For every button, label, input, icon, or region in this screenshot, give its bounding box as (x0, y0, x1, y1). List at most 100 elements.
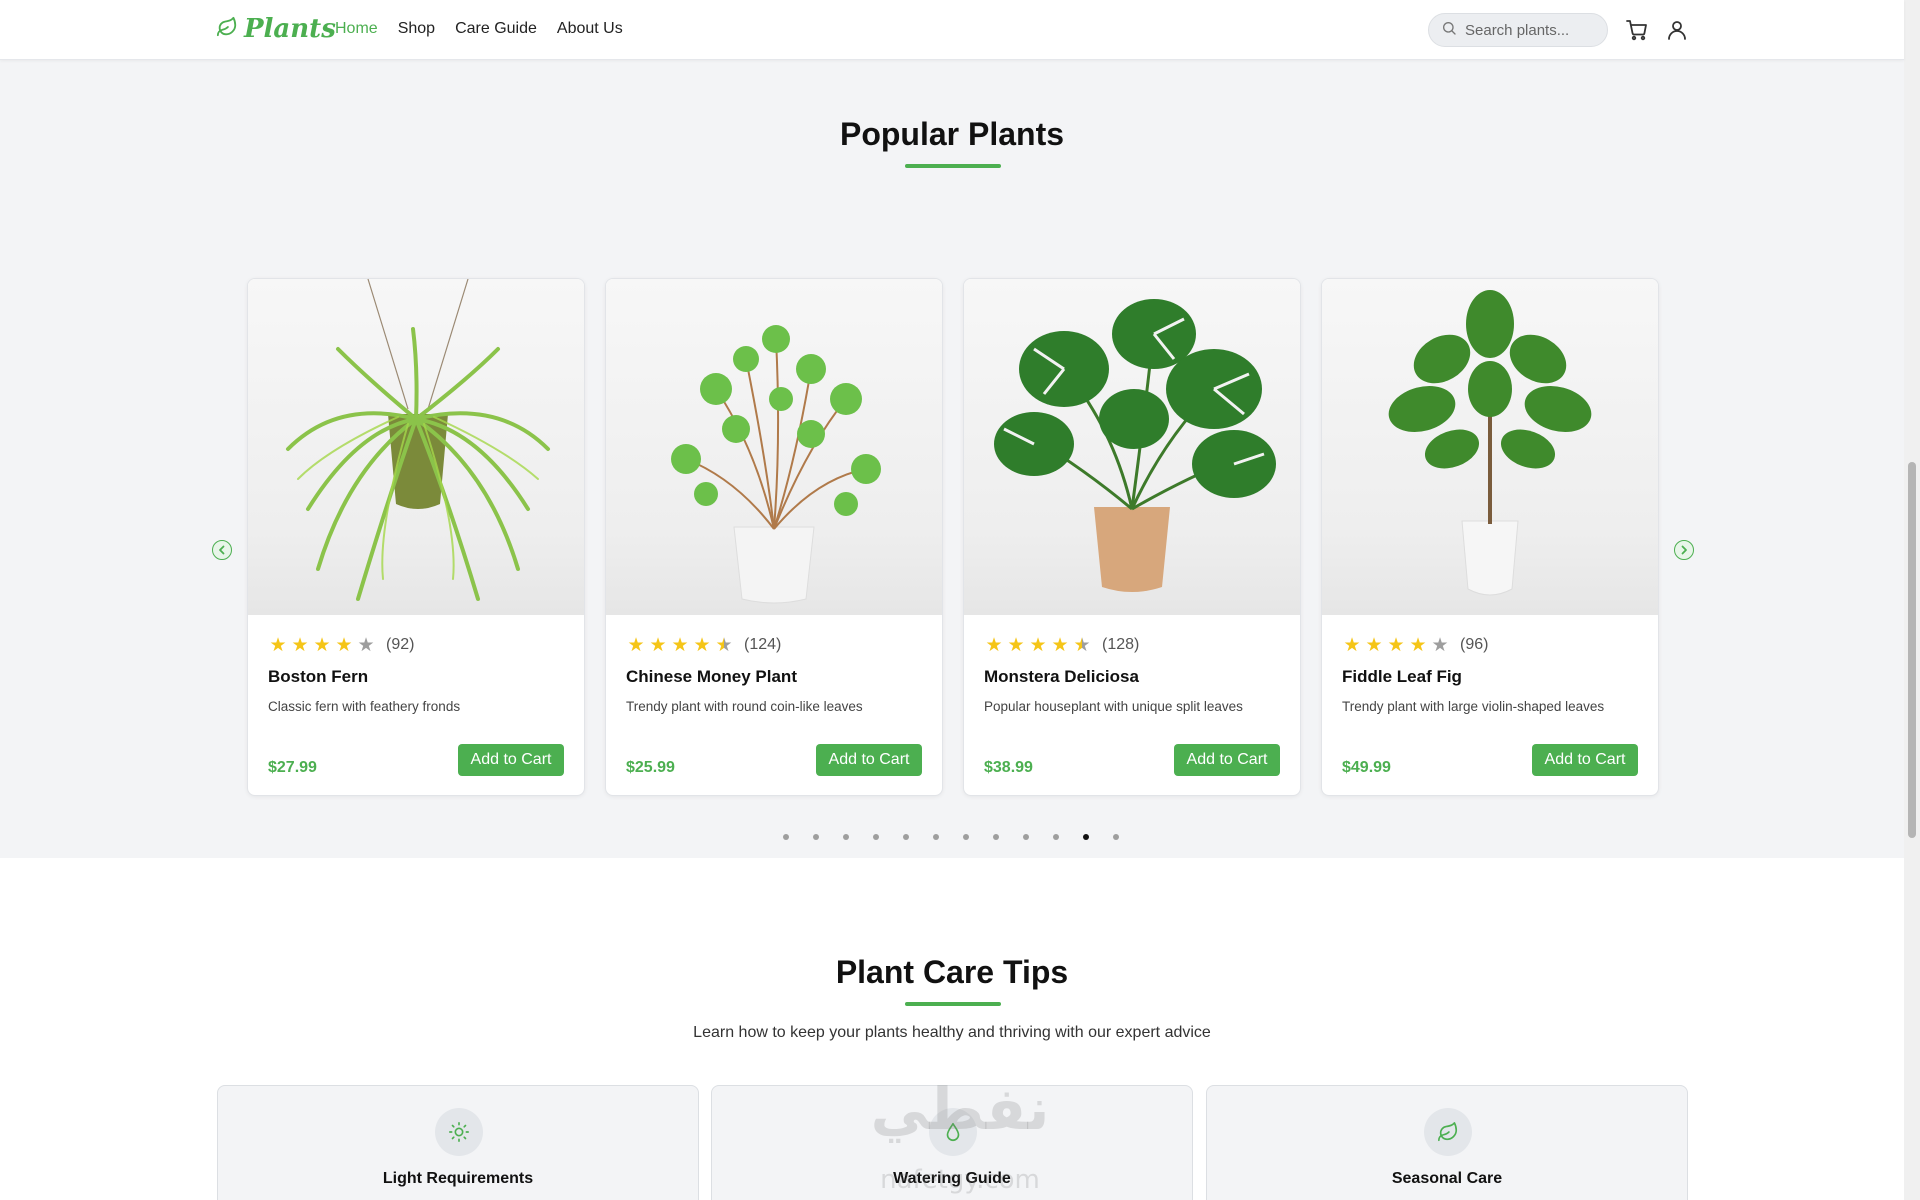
watermark: نفطي (870, 1075, 1050, 1143)
review-count: (96) (1460, 636, 1489, 653)
star-icon: ★ (649, 634, 667, 656)
tip-title: Seasonal Care (1391, 1170, 1503, 1187)
user-icon[interactable] (1664, 17, 1690, 43)
carousel-dot[interactable] (873, 834, 879, 840)
care-tip-card[interactable]: Light Requirements (217, 1085, 699, 1200)
star-icon: ★ (627, 634, 645, 656)
product-card[interactable]: ★ ★ ★ ★ ★ (96) Fiddle Leaf Fig Trendy pl… (1321, 278, 1659, 796)
star-half-icon: ★ (1073, 634, 1091, 656)
add-to-cart-button[interactable]: Add to Cart (1532, 744, 1638, 776)
site-header: Plants Home Shop Care Guide About Us (0, 0, 1904, 60)
rating: ★ ★ ★ ★ ★ (96) (1342, 633, 1638, 657)
product-price: $25.99 (626, 759, 675, 776)
carousel-dot[interactable] (813, 834, 819, 840)
carousel-dot[interactable] (933, 834, 939, 840)
add-to-cart-button[interactable]: Add to Cart (1174, 744, 1280, 776)
chevron-right-icon (1681, 545, 1687, 555)
star-icon: ★ (1387, 634, 1405, 656)
product-card[interactable]: ★ ★ ★ ★ ★ (124) Chinese Money Plant Tren… (605, 278, 943, 796)
product-name[interactable]: Boston Fern (268, 667, 564, 687)
star-icon: ★ (357, 634, 375, 656)
star-icon: ★ (1051, 634, 1069, 656)
search-box[interactable] (1428, 13, 1608, 47)
product-card[interactable]: ★ ★ ★ ★ ★ (92) Boston Fern Classic fern … (247, 278, 585, 796)
product-image[interactable] (1322, 279, 1658, 615)
carousel-dot[interactable] (1083, 834, 1089, 840)
leaf-icon (1424, 1108, 1472, 1156)
product-price: $38.99 (984, 759, 1033, 776)
review-count: (128) (1102, 636, 1140, 653)
product-description: Classic fern with feathery fronds (268, 699, 461, 714)
watermark-url: nafetgy.com (880, 1165, 1040, 1195)
logo[interactable]: Plants (216, 14, 336, 44)
main-nav: Home Shop Care Guide About Us (335, 20, 623, 38)
star-icon: ★ (335, 634, 353, 656)
chevron-left-icon (219, 545, 225, 555)
star-icon: ★ (671, 634, 689, 656)
nav-care-guide[interactable]: Care Guide (455, 20, 537, 38)
title-underline (905, 1002, 1001, 1006)
carousel-dots (783, 834, 1119, 840)
star-icon: ★ (1409, 634, 1427, 656)
page-scrollbar[interactable] (1904, 0, 1920, 1200)
section-title: Plant Care Tips (835, 954, 1069, 990)
carousel-dot[interactable] (1023, 834, 1029, 840)
carousel-dot[interactable] (993, 834, 999, 840)
star-icon: ★ (1029, 634, 1047, 656)
section-subtitle: Learn how to keep your plants healthy an… (693, 1024, 1211, 1041)
review-count: (92) (386, 636, 415, 653)
star-half-icon: ★ (715, 634, 733, 656)
star-icon: ★ (693, 634, 711, 656)
product-image[interactable] (248, 279, 584, 615)
search-icon (1441, 20, 1457, 41)
cart-icon[interactable] (1624, 17, 1650, 43)
rating: ★ ★ ★ ★ ★ (128) (984, 633, 1280, 657)
product-card[interactable]: ★ ★ ★ ★ ★ (128) Monstera Deliciosa Popul… (963, 278, 1301, 796)
product-image[interactable] (606, 279, 942, 615)
rating: ★ ★ ★ ★ ★ (124) (626, 633, 922, 657)
plant-care-section: Plant Care Tips Learn how to keep your p… (0, 858, 1904, 1200)
product-price: $27.99 (268, 759, 317, 776)
carousel-prev-button[interactable] (212, 540, 232, 560)
carousel-dot[interactable] (843, 834, 849, 840)
product-description: Trendy plant with large violin-shaped le… (1342, 699, 1605, 714)
star-icon: ★ (985, 634, 1003, 656)
star-icon: ★ (1343, 634, 1361, 656)
sun-icon (435, 1108, 483, 1156)
tip-title: Light Requirements (382, 1170, 534, 1187)
product-image[interactable] (964, 279, 1300, 615)
review-count: (124) (744, 636, 782, 653)
product-name[interactable]: Monstera Deliciosa (984, 667, 1280, 687)
logo-text: Plants (244, 14, 336, 44)
add-to-cart-button[interactable]: Add to Cart (458, 744, 564, 776)
star-icon: ★ (269, 634, 287, 656)
title-underline (905, 164, 1001, 168)
scrollbar-thumb[interactable] (1908, 462, 1916, 838)
carousel-dot[interactable] (903, 834, 909, 840)
search-input[interactable] (1465, 21, 1600, 39)
star-icon: ★ (1431, 634, 1449, 656)
rating: ★ ★ ★ ★ ★ (92) (268, 633, 564, 657)
care-tip-card[interactable]: Seasonal Care (1206, 1085, 1688, 1200)
carousel-dot[interactable] (1113, 834, 1119, 840)
nav-about-us[interactable]: About Us (557, 20, 623, 38)
leaf-icon (216, 16, 238, 43)
star-icon: ★ (291, 634, 309, 656)
carousel-dot[interactable] (963, 834, 969, 840)
carousel-dot[interactable] (1053, 834, 1059, 840)
carousel-dot[interactable] (783, 834, 789, 840)
nav-shop[interactable]: Shop (398, 20, 435, 38)
star-icon: ★ (1365, 634, 1383, 656)
product-description: Trendy plant with round coin-like leaves (626, 699, 863, 714)
nav-home[interactable]: Home (335, 20, 378, 38)
add-to-cart-button[interactable]: Add to Cart (816, 744, 922, 776)
product-name[interactable]: Chinese Money Plant (626, 667, 922, 687)
carousel-next-button[interactable] (1674, 540, 1694, 560)
product-description: Popular houseplant with unique split lea… (984, 699, 1243, 714)
product-name[interactable]: Fiddle Leaf Fig (1342, 667, 1638, 687)
star-icon: ★ (1007, 634, 1025, 656)
popular-plants-section: Popular Plants ★ ★ ★ ★ ★ (92) Boston Fer… (0, 60, 1904, 858)
section-title: Popular Plants (839, 116, 1065, 152)
star-icon: ★ (313, 634, 331, 656)
product-price: $49.99 (1342, 759, 1391, 776)
